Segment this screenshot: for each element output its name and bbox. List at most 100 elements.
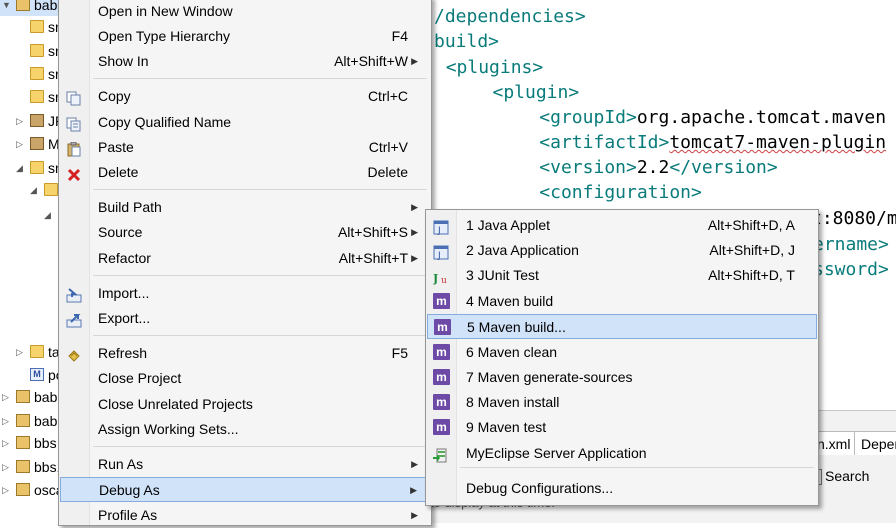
menu-item-export[interactable]: Export... [60, 306, 430, 331]
paste-icon [66, 140, 82, 157]
tree-item[interactable]: ◢ [0, 179, 60, 201]
menu-item-import[interactable]: Import... [60, 281, 430, 306]
tree-item[interactable]: ▼ baba1 [0, 0, 60, 16]
tree-twisty-icon[interactable]: ▷ [2, 432, 9, 454]
tree-twisty-icon[interactable]: ◢ [16, 157, 23, 179]
tree-twisty-icon[interactable]: ▷ [16, 341, 23, 363]
menu-item-close-unrelated-projects[interactable]: Close Unrelated Projects [60, 392, 430, 417]
submenu-item-6-maven-clean[interactable]: m 6 Maven clean [427, 340, 817, 365]
xml-text: tomcat7-maven-plugin [669, 132, 887, 153]
submenu-item-5-maven-build[interactable]: m 5 Maven build... [427, 314, 817, 339]
debug-as-submenu: J 1 Java Applet Alt+Shift+D, A J 2 Java Appl… [425, 209, 819, 506]
tree-item[interactable]: src [0, 86, 60, 108]
tree-twisty-icon[interactable]: ◢ [44, 204, 51, 226]
submenu-item-myeclipse-server-application[interactable]: MyEclipse Server Application [427, 441, 817, 466]
submenu-item-shortcut: Alt+Shift+D, J [709, 242, 795, 258]
tree-item[interactable]: Mpo [0, 364, 60, 386]
java-applet-icon: J [433, 218, 449, 236]
menu-item-assign-working-sets[interactable]: Assign Working Sets... [60, 417, 430, 442]
menu-item-label: Assign Working Sets... [98, 421, 239, 437]
tree-item-label: bbs11 [34, 459, 60, 475]
submenu-item-label: 3 JUnit Test [466, 267, 539, 283]
junit-icon: Ju [432, 268, 449, 286]
tree-item[interactable]: ◢ [0, 204, 60, 226]
menu-item-run-as[interactable]: Run As ▶ [60, 452, 430, 477]
code-line: ername> [813, 232, 889, 257]
server-icon [433, 446, 449, 463]
maven-icon: m [434, 319, 451, 335]
tree-twisty-icon[interactable]: ▷ [2, 410, 9, 432]
menu-item-open-in-new-window[interactable]: Open in New Window [60, 0, 430, 24]
menu-item-show-in[interactable]: Show In Alt+Shift+W ▶ [60, 49, 430, 74]
menu-item-profile-as[interactable]: Profile As ▶ [60, 503, 430, 528]
tree-twisty-icon[interactable]: ▷ [2, 386, 9, 408]
tree-item[interactable]: ▷ bbs11 [0, 456, 60, 478]
menu-item-copy-qualified-name[interactable]: Copy Qualified Name [60, 110, 430, 135]
code-line: <plugin> [493, 80, 580, 105]
menu-item-paste[interactable]: Paste Ctrl+V [60, 135, 430, 160]
submenu-item-7-maven-generate-sources[interactable]: m 7 Maven generate-sources [427, 365, 817, 390]
tree-item[interactable]: ▷JR [0, 110, 60, 132]
maven-icon: m [433, 369, 450, 385]
code-line: ssword> [813, 257, 889, 282]
tree-twisty-icon[interactable]: ▷ [2, 479, 9, 501]
menu-item-refactor[interactable]: Refactor Alt+Shift+T ▶ [60, 246, 430, 271]
tree-item[interactable]: ▷ babas [0, 386, 60, 408]
submenu-item-label: 2 Java Application [466, 242, 579, 258]
menu-item-build-path[interactable]: Build Path ▶ [60, 195, 430, 220]
tree-twisty-icon[interactable]: ▷ [2, 456, 9, 478]
tree-item[interactable]: src [0, 16, 60, 38]
project-icon [16, 460, 30, 473]
submenu-item-2-java-application[interactable]: J 2 Java Application Alt+Shift+D, J [427, 238, 817, 263]
submenu-item-3-junit-test[interactable]: Ju 3 JUnit Test Alt+Shift+D, T [427, 263, 817, 288]
menu-item-label: Close Project [98, 370, 182, 386]
tree-item[interactable]: ▷ bbs [0, 432, 60, 454]
svg-text:J: J [437, 251, 441, 260]
library-icon [30, 114, 44, 127]
tree-item[interactable]: ▷ oscac [0, 479, 60, 501]
tree-item[interactable]: src [0, 40, 60, 62]
copy-icon [66, 89, 82, 106]
maven-icon: m [433, 293, 450, 309]
tree-item[interactable]: src [0, 63, 60, 85]
tree-item-label: bbs [34, 435, 57, 451]
submenu-item-label: 8 Maven install [466, 394, 560, 410]
menu-item-shortcut: Ctrl+V [368, 139, 408, 155]
submenu-arrow-icon: ▶ [411, 510, 418, 520]
tree-twisty-icon[interactable]: ▷ [16, 110, 23, 132]
menu-item-refresh[interactable]: Refresh F5 [60, 341, 430, 366]
submenu-item-debug-configurations[interactable]: Debug Configurations... [427, 476, 817, 501]
menu-item-delete[interactable]: Delete Delete [60, 160, 430, 185]
menu-item-close-project[interactable]: Close Project [60, 366, 430, 391]
tree-item[interactable]: ▷ babas [0, 410, 60, 432]
project-explorer-tree[interactable]: ▼baba1srcsrcsrcsrc▷JR▷Ma◢src◢◢▷tarMpo▷ba… [0, 0, 60, 522]
submenu-item-8-maven-install[interactable]: m 8 Maven install [427, 390, 817, 415]
xml-tag: /dependencies> [434, 6, 586, 27]
copy-qualified-icon [66, 115, 82, 132]
tree-twisty-icon[interactable]: ▷ [16, 133, 23, 155]
search-tab-label: Search [825, 468, 870, 484]
menu-item-open-type-hierarchy[interactable]: Open Type Hierarchy F4 [60, 24, 430, 49]
folder-icon [30, 90, 44, 103]
menu-item-label: Copy [98, 88, 131, 104]
tree-twisty-icon[interactable]: ▼ [2, 0, 11, 16]
xml-tag: <groupId> [539, 107, 637, 128]
tree-item[interactable]: ◢src [0, 157, 60, 179]
submenu-item-1-java-applet[interactable]: J 1 Java Applet Alt+Shift+D, A [427, 213, 817, 238]
submenu-item-label: 5 Maven build... [467, 319, 566, 335]
tree-item[interactable]: ▷tar [0, 341, 60, 363]
context-menu: Open in New Window Open Type Hierarchy F4 S… [58, 0, 432, 526]
svg-text:J: J [437, 226, 441, 235]
submenu-item-9-maven-test[interactable]: m 9 Maven test [427, 415, 817, 440]
svg-text:u: u [441, 276, 447, 285]
menu-separator [93, 335, 427, 336]
menu-item-debug-as[interactable]: Debug As ▶ [60, 477, 430, 502]
submenu-item-4-maven-build[interactable]: m 4 Maven build [427, 289, 817, 314]
menu-item-source[interactable]: Source Alt+Shift+S ▶ [60, 220, 430, 245]
tab-dependencies[interactable]: Deper [854, 431, 896, 455]
menu-item-label: Open in New Window [98, 3, 233, 19]
menu-item-copy[interactable]: Copy Ctrl+C [60, 84, 430, 109]
tree-item[interactable]: ▷Ma [0, 133, 60, 155]
tree-twisty-icon[interactable]: ◢ [30, 179, 37, 201]
folder-icon [30, 345, 44, 358]
